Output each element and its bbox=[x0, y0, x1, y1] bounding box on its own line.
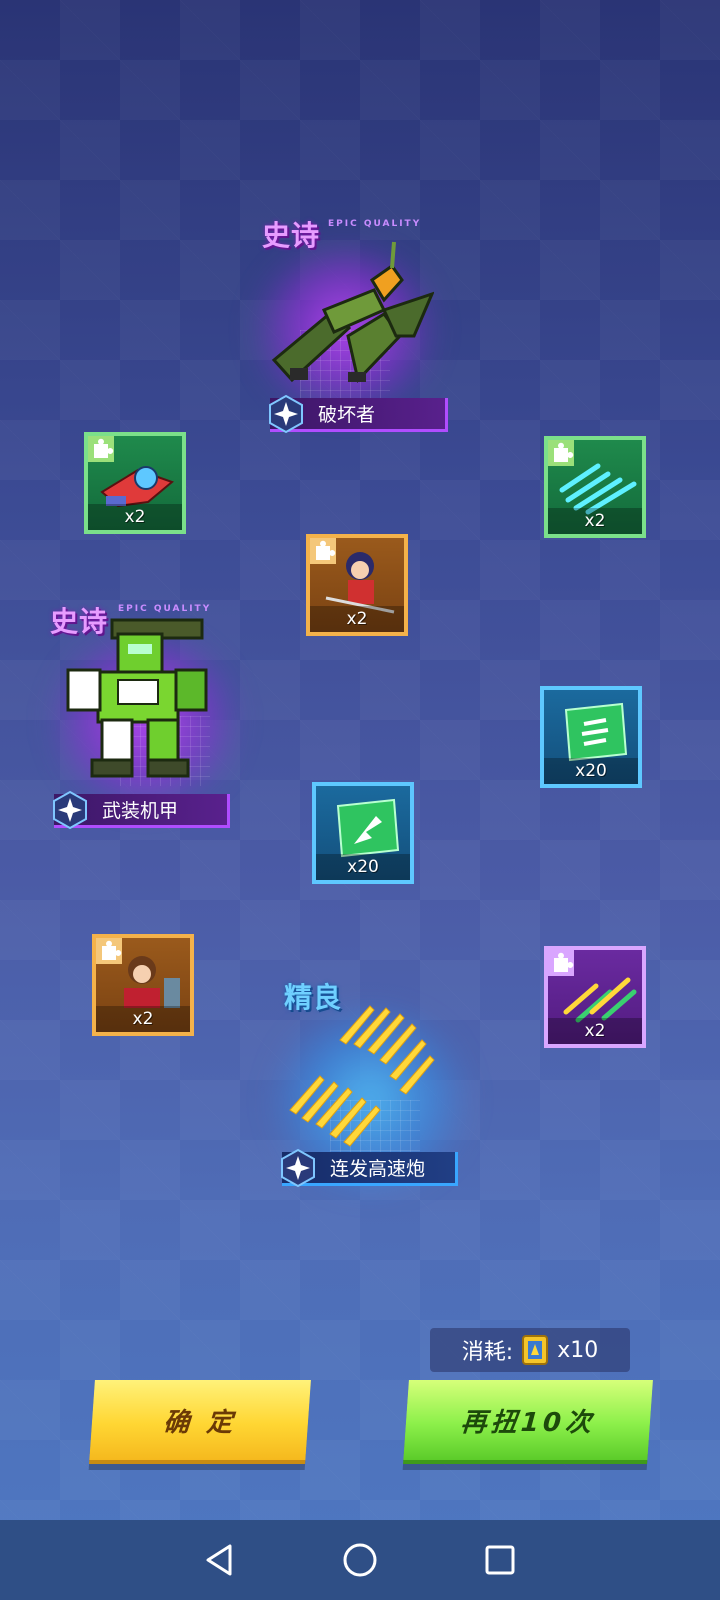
reward-card-cyan-streaks[interactable]: x2 bbox=[544, 436, 646, 538]
item-name: 破坏者 bbox=[318, 404, 376, 426]
back-button[interactable] bbox=[200, 1540, 240, 1580]
confirm-button[interactable]: 确 定 bbox=[89, 1380, 311, 1464]
item-name-plate: 破坏者 bbox=[269, 394, 448, 434]
reward-card-plane-chip[interactable]: x20 bbox=[312, 782, 414, 884]
puzzle-piece-icon bbox=[310, 538, 336, 564]
home-button[interactable] bbox=[340, 1540, 380, 1580]
reward-card-missile-chip[interactable]: x20 bbox=[540, 686, 642, 788]
item-count: x2 bbox=[88, 504, 182, 530]
featured-item-armed-mech[interactable]: 史诗 EPIC QUALITY 武装机甲 bbox=[40, 596, 270, 836]
puzzle-piece-icon bbox=[548, 440, 574, 466]
item-name: 连发高速炮 bbox=[330, 1158, 426, 1180]
item-count: x20 bbox=[316, 854, 410, 880]
star-badge-icon bbox=[281, 1148, 315, 1188]
recents-button[interactable] bbox=[480, 1540, 520, 1580]
puzzle-piece-icon bbox=[88, 436, 114, 462]
item-count: x2 bbox=[548, 1018, 642, 1044]
quality-label-en: EPIC QUALITY bbox=[118, 604, 212, 614]
cost-label: 消耗: bbox=[461, 1340, 514, 1365]
system-nav-bar bbox=[0, 1520, 720, 1600]
item-name-plate: 连发高速炮 bbox=[281, 1148, 458, 1188]
recents-icon bbox=[485, 1545, 515, 1575]
cost-display: 消耗: x10 bbox=[430, 1328, 630, 1372]
mech-robot-icon bbox=[66, 618, 208, 778]
star-badge-icon bbox=[269, 394, 303, 434]
star-badge-icon bbox=[53, 790, 87, 830]
golden-bullets-icon bbox=[289, 1005, 435, 1147]
item-name: 武装机甲 bbox=[102, 800, 179, 822]
reward-card-girl-with-robots[interactable]: x2 bbox=[92, 934, 194, 1036]
spin-again-button[interactable]: 再扭10次 bbox=[403, 1380, 653, 1464]
item-count: x2 bbox=[310, 606, 404, 632]
puzzle-piece-icon bbox=[548, 950, 574, 976]
quality-label-en: EPIC QUALITY bbox=[328, 219, 422, 229]
reward-card-green-gold-streaks[interactable]: x2 bbox=[544, 946, 646, 1048]
reward-card-red-plane[interactable]: x2 bbox=[84, 432, 186, 534]
item-name-plate: 武装机甲 bbox=[53, 790, 230, 830]
featured-item-rapid-cannon[interactable]: 精良 连发高速炮 bbox=[270, 980, 470, 1210]
featured-item-destroyer[interactable]: 史诗 EPIC QUALITY 破坏者 bbox=[230, 210, 460, 440]
home-icon bbox=[343, 1543, 377, 1577]
puzzle-piece-icon bbox=[96, 938, 122, 964]
cost-amount: x10 bbox=[557, 1337, 599, 1363]
item-count: x2 bbox=[96, 1006, 190, 1032]
jet-fighter-icon bbox=[271, 241, 434, 384]
back-icon bbox=[206, 1544, 232, 1576]
item-count: x20 bbox=[544, 758, 638, 784]
reward-card-ninja-girl[interactable]: x2 bbox=[306, 534, 408, 636]
item-count: x2 bbox=[548, 508, 642, 534]
ticket-icon bbox=[522, 1335, 549, 1365]
